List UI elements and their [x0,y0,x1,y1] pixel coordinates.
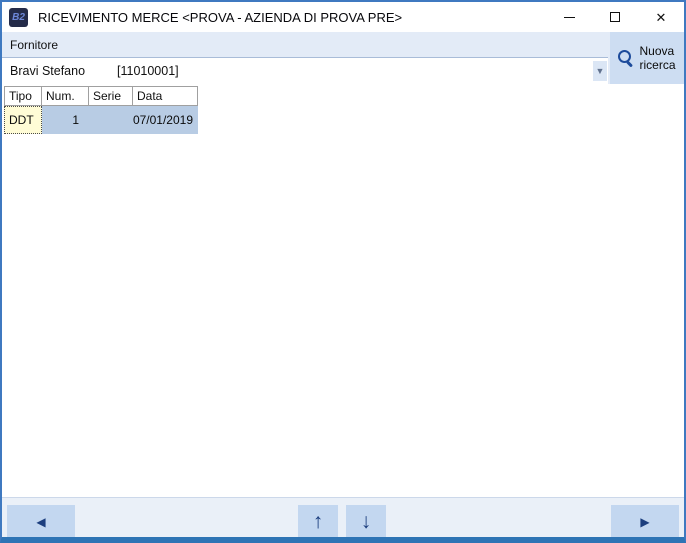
supplier-label: Fornitore [10,37,59,52]
column-header-data[interactable]: Data [133,86,198,106]
supplier-code-value: [11010001] [117,64,179,78]
supplier-combobox[interactable]: Bravi Stefano [11010001] ▼ [2,58,608,84]
move-down-button[interactable]: ↓ [346,505,386,537]
cell-serie[interactable] [89,106,133,134]
arrow-left-icon: ◀ [36,514,46,529]
cell-num[interactable]: 1 [42,106,89,134]
next-record-button[interactable]: ▶ [611,505,679,537]
app-icon: B2 [9,7,28,27]
supplier-panel: Fornitore Bravi Stefano [11010001] ▼ Nuo… [2,32,684,84]
supplier-label-row: Fornitore [2,32,608,58]
chevron-down-icon: ▼ [595,66,605,76]
minimize-button[interactable] [546,2,592,32]
column-header-serie[interactable]: Serie [89,86,133,106]
app-window: B2 RICEVIMENTO MERCE <PROVA - AZIENDA DI… [0,0,686,543]
table-header: Tipo Num. Serie Data [4,86,198,106]
supplier-name-value: Bravi Stefano [10,64,86,78]
search-icon [618,50,634,66]
new-search-button-label: Nuova ricerca [639,44,676,72]
maximize-button[interactable] [592,2,638,32]
arrow-up-icon: ↑ [312,509,324,533]
arrow-right-icon: ▶ [640,514,650,529]
bottom-nav-bar: ◀ ↑ ↓ ▶ [2,497,684,537]
new-search-button[interactable]: Nuova ricerca [610,32,684,84]
table-row[interactable]: DDT 1 07/01/2019 [4,106,198,134]
window-title: RICEVIMENTO MERCE <PROVA - AZIENDA DI PR… [38,9,403,25]
cell-data[interactable]: 07/01/2019 [133,106,198,134]
close-button[interactable]: ✕ [638,2,684,32]
previous-record-button[interactable]: ◀ [7,505,75,537]
window-controls: ✕ [546,2,684,32]
column-header-num[interactable]: Num. [42,86,89,106]
maximize-icon [610,12,620,22]
column-header-tipo[interactable]: Tipo [4,86,42,106]
arrow-down-icon: ↓ [360,509,372,533]
supplier-field-group: Fornitore Bravi Stefano [11010001] ▼ [2,32,608,84]
minimize-icon [563,16,575,18]
close-icon: ✕ [655,9,667,25]
move-up-button[interactable]: ↑ [298,505,338,537]
cell-tipo[interactable]: DDT [4,106,42,134]
titlebar: B2 RICEVIMENTO MERCE <PROVA - AZIENDA DI… [2,2,684,32]
supplier-dropdown-button[interactable]: ▼ [593,61,607,81]
